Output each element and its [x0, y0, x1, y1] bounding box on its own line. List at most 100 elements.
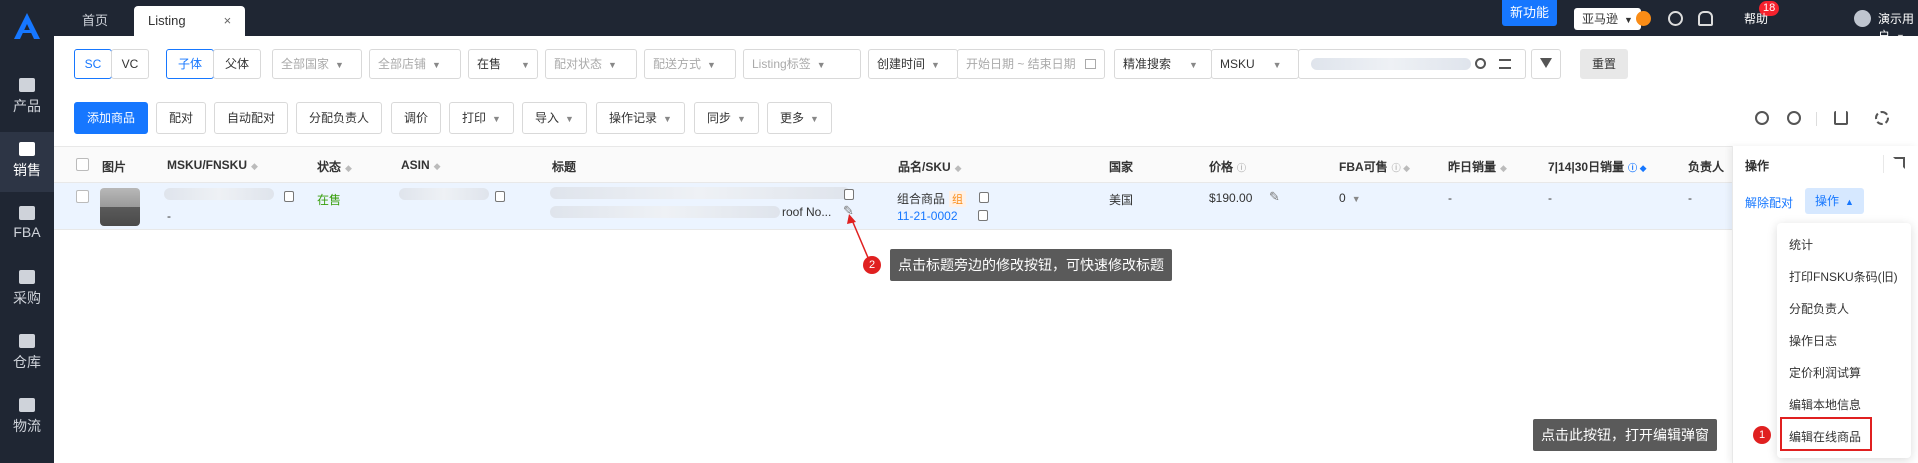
- status-select[interactable]: 在售 ▼: [468, 49, 538, 79]
- menu-item-assign-owner[interactable]: 分配负责人: [1789, 300, 1849, 317]
- sidebar-item-logistics[interactable]: 物流: [0, 388, 54, 448]
- fba-value[interactable]: 0 ▼: [1339, 191, 1361, 205]
- status-select-label: 在售: [477, 57, 502, 71]
- warehouse-icon: [19, 334, 35, 348]
- tab-home[interactable]: 首页: [68, 6, 122, 36]
- sidebar-item-sell[interactable]: 销售: [0, 132, 54, 192]
- parent-toggle[interactable]: 父体: [213, 49, 261, 79]
- sync-label: 同步: [707, 111, 732, 125]
- adjust-price-button[interactable]: 调价: [391, 102, 442, 134]
- col-fba-label: FBA可售: [1339, 160, 1388, 174]
- product-thumbnail[interactable]: [100, 188, 140, 226]
- sc-toggle[interactable]: SC: [74, 49, 112, 79]
- copy-icon[interactable]: [979, 192, 989, 203]
- reset-button[interactable]: 重置: [1580, 49, 1628, 79]
- menu-item-profit-calc[interactable]: 定价利润试算: [1789, 364, 1861, 381]
- select-all-checkbox[interactable]: [76, 158, 89, 171]
- unmatch-link[interactable]: 解除配对: [1745, 194, 1793, 211]
- date-range-input[interactable]: 开始日期 ~ 结束日期: [957, 49, 1105, 79]
- product-name: 组合商品组: [897, 190, 967, 207]
- support-icon[interactable]: [1636, 11, 1651, 26]
- sync-button[interactable]: 同步 ▼: [694, 102, 759, 134]
- edit-price-icon[interactable]: ✎: [1269, 189, 1280, 205]
- sidebar-item-product[interactable]: 产品: [0, 68, 54, 128]
- sort-icon: ◆: [954, 163, 962, 173]
- bell-icon[interactable]: [1698, 11, 1713, 26]
- refresh-icon[interactable]: [1755, 111, 1769, 125]
- shop-select-label: 全部店铺: [378, 57, 427, 71]
- sku-link[interactable]: 11-21-0002: [897, 209, 958, 223]
- ship-method-select[interactable]: 配送方式 ▼: [644, 49, 736, 79]
- add-product-button[interactable]: 添加商品: [74, 102, 149, 134]
- top-bar: 首页 Listing× 新功能 亚马逊▼ 18 帮助 演示用户▼: [54, 0, 1918, 43]
- copy-icon[interactable]: [495, 191, 505, 202]
- sidebar-item-label: 物流: [13, 418, 41, 434]
- menu-item-oplog[interactable]: 操作日志: [1789, 332, 1837, 349]
- info-icon: ⓘ ◆: [1391, 163, 1411, 173]
- menu-item-print-fnsku[interactable]: 打印FNSKU条码(旧): [1789, 268, 1898, 285]
- filter-button[interactable]: [1531, 49, 1561, 79]
- settings-icon[interactable]: [1875, 111, 1889, 125]
- more-button[interactable]: 更多 ▼: [767, 102, 832, 134]
- new-feature-button[interactable]: 新功能: [1502, 0, 1558, 26]
- col-price[interactable]: 价格 ⓘ: [1209, 158, 1246, 175]
- oplog-label: 操作记录: [609, 111, 658, 125]
- price-value: $190.00: [1209, 191, 1253, 205]
- match-status-select[interactable]: 配对状态 ▼: [545, 49, 637, 79]
- tab-listing[interactable]: Listing ×: [134, 6, 246, 36]
- match-button[interactable]: 配对: [156, 102, 207, 134]
- print-button[interactable]: 打印 ▼: [449, 102, 514, 134]
- oplog-button[interactable]: 操作记录 ▼: [596, 102, 685, 134]
- col-sales-label: 7|14|30日销量: [1548, 160, 1625, 174]
- menu-item-stats[interactable]: 统计: [1789, 236, 1813, 253]
- col-status[interactable]: 状态 ◆: [317, 158, 352, 175]
- col-msku[interactable]: MSKU/FNSKU ◆: [167, 158, 258, 172]
- country-select-label: 全部国家: [281, 57, 330, 71]
- date-type-select[interactable]: 创建时间 ▼: [868, 49, 958, 79]
- auto-match-button[interactable]: 自动配对: [214, 102, 289, 134]
- assign-owner-button[interactable]: 分配负责人: [296, 102, 383, 134]
- app-logo[interactable]: [12, 11, 42, 41]
- row-checkbox[interactable]: [76, 190, 89, 203]
- table-row[interactable]: - 在售 roof No... ✎ 组合商品组 11-21-0002 美国 $1…: [54, 183, 1918, 230]
- list-icon[interactable]: [1499, 59, 1511, 69]
- search-mode-select[interactable]: 精准搜索 ▼: [1114, 49, 1212, 79]
- marketplace-select[interactable]: 亚马逊 ▼: [1574, 8, 1641, 30]
- search-input[interactable]: [1298, 49, 1526, 79]
- help-circle-icon[interactable]: [1787, 111, 1801, 125]
- col-name-sku[interactable]: 品名/SKU ◆: [898, 158, 962, 175]
- truck-icon: [19, 398, 35, 412]
- search-field-select[interactable]: MSKU ▼: [1211, 49, 1299, 79]
- expand-icon[interactable]: [1893, 157, 1905, 169]
- child-toggle[interactable]: 子体: [166, 49, 214, 79]
- sidebar-item-fba[interactable]: FBA: [0, 196, 54, 256]
- copy-icon[interactable]: [284, 191, 294, 202]
- country-select[interactable]: 全部国家 ▼: [272, 49, 362, 79]
- chevron-down-icon: ▼: [707, 60, 716, 70]
- col-asin[interactable]: ASIN ◆: [401, 158, 441, 172]
- import-button[interactable]: 导入 ▼: [522, 102, 587, 134]
- sidebar-item-warehouse[interactable]: 仓库: [0, 324, 54, 384]
- chevron-down-icon: ▼: [521, 60, 530, 70]
- sort-icon: ◆: [251, 161, 258, 171]
- vc-toggle[interactable]: VC: [111, 49, 149, 79]
- download-icon[interactable]: [1668, 11, 1683, 26]
- edit-title-icon[interactable]: ✎: [843, 203, 854, 219]
- shop-select[interactable]: 全部店铺 ▼: [369, 49, 461, 79]
- menu-item-edit-local[interactable]: 编辑本地信息: [1789, 396, 1861, 413]
- avatar[interactable]: [1854, 10, 1871, 27]
- sidebar-item-purchase[interactable]: 采购: [0, 260, 54, 320]
- col-yesterday[interactable]: 昨日销量 ◆: [1448, 158, 1507, 175]
- copy-icon[interactable]: [978, 210, 988, 221]
- operation-dropdown-button[interactable]: 操作 ▲: [1805, 188, 1864, 214]
- search-field-label: MSKU: [1220, 57, 1255, 71]
- search-icon[interactable]: [1475, 58, 1486, 69]
- date-type-label: 创建时间: [877, 57, 926, 71]
- download-icon[interactable]: [1834, 111, 1848, 125]
- col-fba[interactable]: FBA可售 ⓘ ◆: [1339, 158, 1410, 175]
- col-sales[interactable]: 7|14|30日销量 ⓘ ◆: [1548, 158, 1647, 175]
- copy-icon[interactable]: [844, 189, 854, 200]
- help-link[interactable]: 帮助: [1744, 10, 1768, 27]
- listing-tag-select[interactable]: Listing标签 ▼: [743, 49, 861, 79]
- close-icon[interactable]: ×: [224, 13, 232, 28]
